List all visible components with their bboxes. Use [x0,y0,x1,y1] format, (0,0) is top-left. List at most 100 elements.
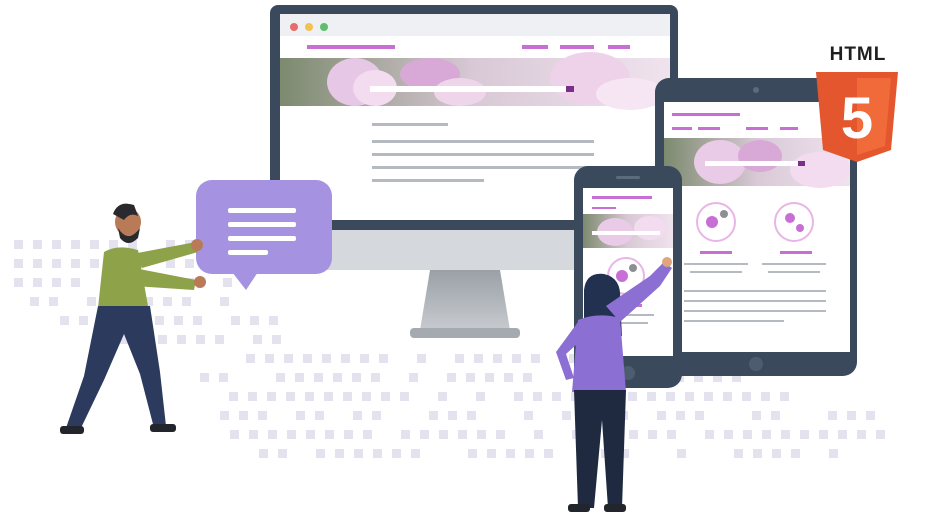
background-dot [780,392,789,401]
search-field [370,86,570,92]
background-dot [220,411,229,420]
background-dot [677,449,686,458]
background-dot [353,411,362,420]
background-dot [866,411,875,420]
background-dot [379,354,388,363]
background-dot [249,430,258,439]
background-dot [259,449,268,458]
background-dot [506,449,515,458]
background-dot [534,430,543,439]
close-dot-icon [290,23,298,31]
background-dot [743,430,752,439]
background-dot [272,335,281,344]
background-dot [229,392,238,401]
background-dot [284,354,293,363]
background-dot [52,240,61,249]
background-dot [258,411,267,420]
background-dot [476,392,485,401]
background-dot [847,411,856,420]
background-dot [90,240,99,249]
background-dot [268,430,277,439]
background-dot [239,411,248,420]
background-dot [335,449,344,458]
background-dot [676,411,685,420]
background-dot [109,240,118,249]
background-dot [514,392,523,401]
background-dot [562,411,571,420]
background-dot [250,316,259,325]
background-dot [344,430,353,439]
background-dot [33,240,42,249]
background-dot [723,392,732,401]
minimize-dot-icon [305,23,313,31]
site-logo-bar [307,45,395,49]
background-dot [373,449,382,458]
background-dot [363,430,372,439]
background-dot [52,278,61,287]
background-dot [477,430,486,439]
background-dot [838,430,847,439]
background-dot [409,373,418,382]
background-dot [303,354,312,363]
background-dot [448,411,457,420]
background-dot [753,449,762,458]
background-dot [429,411,438,420]
maximize-dot-icon [320,23,328,31]
background-dot [315,411,324,420]
background-dot [71,240,80,249]
background-dot [695,411,704,420]
background-dot [185,259,194,268]
background-dot [286,392,295,401]
background-dot [14,240,23,249]
background-dot [392,449,401,458]
home-button-icon [749,357,763,371]
background-dot [647,392,656,401]
background-dot [455,354,464,363]
background-dot [267,392,276,401]
background-dot [341,354,350,363]
background-dot [52,259,61,268]
background-dot [629,430,638,439]
background-dot [496,430,505,439]
background-dot [657,411,666,420]
background-dot [791,449,800,458]
background-dot [33,259,42,268]
background-dot [485,373,494,382]
background-dot [667,430,676,439]
background-dot [305,392,314,401]
background-dot [771,411,780,420]
background-dot [761,392,770,401]
background-dot [705,430,714,439]
background-dot [734,449,743,458]
background-dot [762,430,771,439]
background-dot [685,392,694,401]
background-dot [381,392,390,401]
background-dot [230,430,239,439]
background-dot [71,259,80,268]
background-dot [752,411,761,420]
background-dot [158,335,167,344]
background-dot [648,430,657,439]
background-dot [163,297,172,306]
background-dot [493,354,502,363]
search-icon [566,86,574,92]
background-dot [704,392,713,401]
background-dot [829,449,838,458]
background-dot [828,411,837,420]
background-dot [193,316,202,325]
background-dot [322,354,331,363]
background-dot [246,354,255,363]
background-dot [439,430,448,439]
background-dot [819,430,828,439]
background-dot [531,354,540,363]
html5-label: HTML [829,44,887,65]
background-dot [420,430,429,439]
background-dot [324,392,333,401]
tablet-hero-flower-image [664,138,850,188]
background-dot [474,354,483,363]
background-dot [49,297,58,306]
background-dot [533,392,542,401]
background-dot [269,316,278,325]
background-dot [276,373,285,382]
background-dot [177,335,186,344]
